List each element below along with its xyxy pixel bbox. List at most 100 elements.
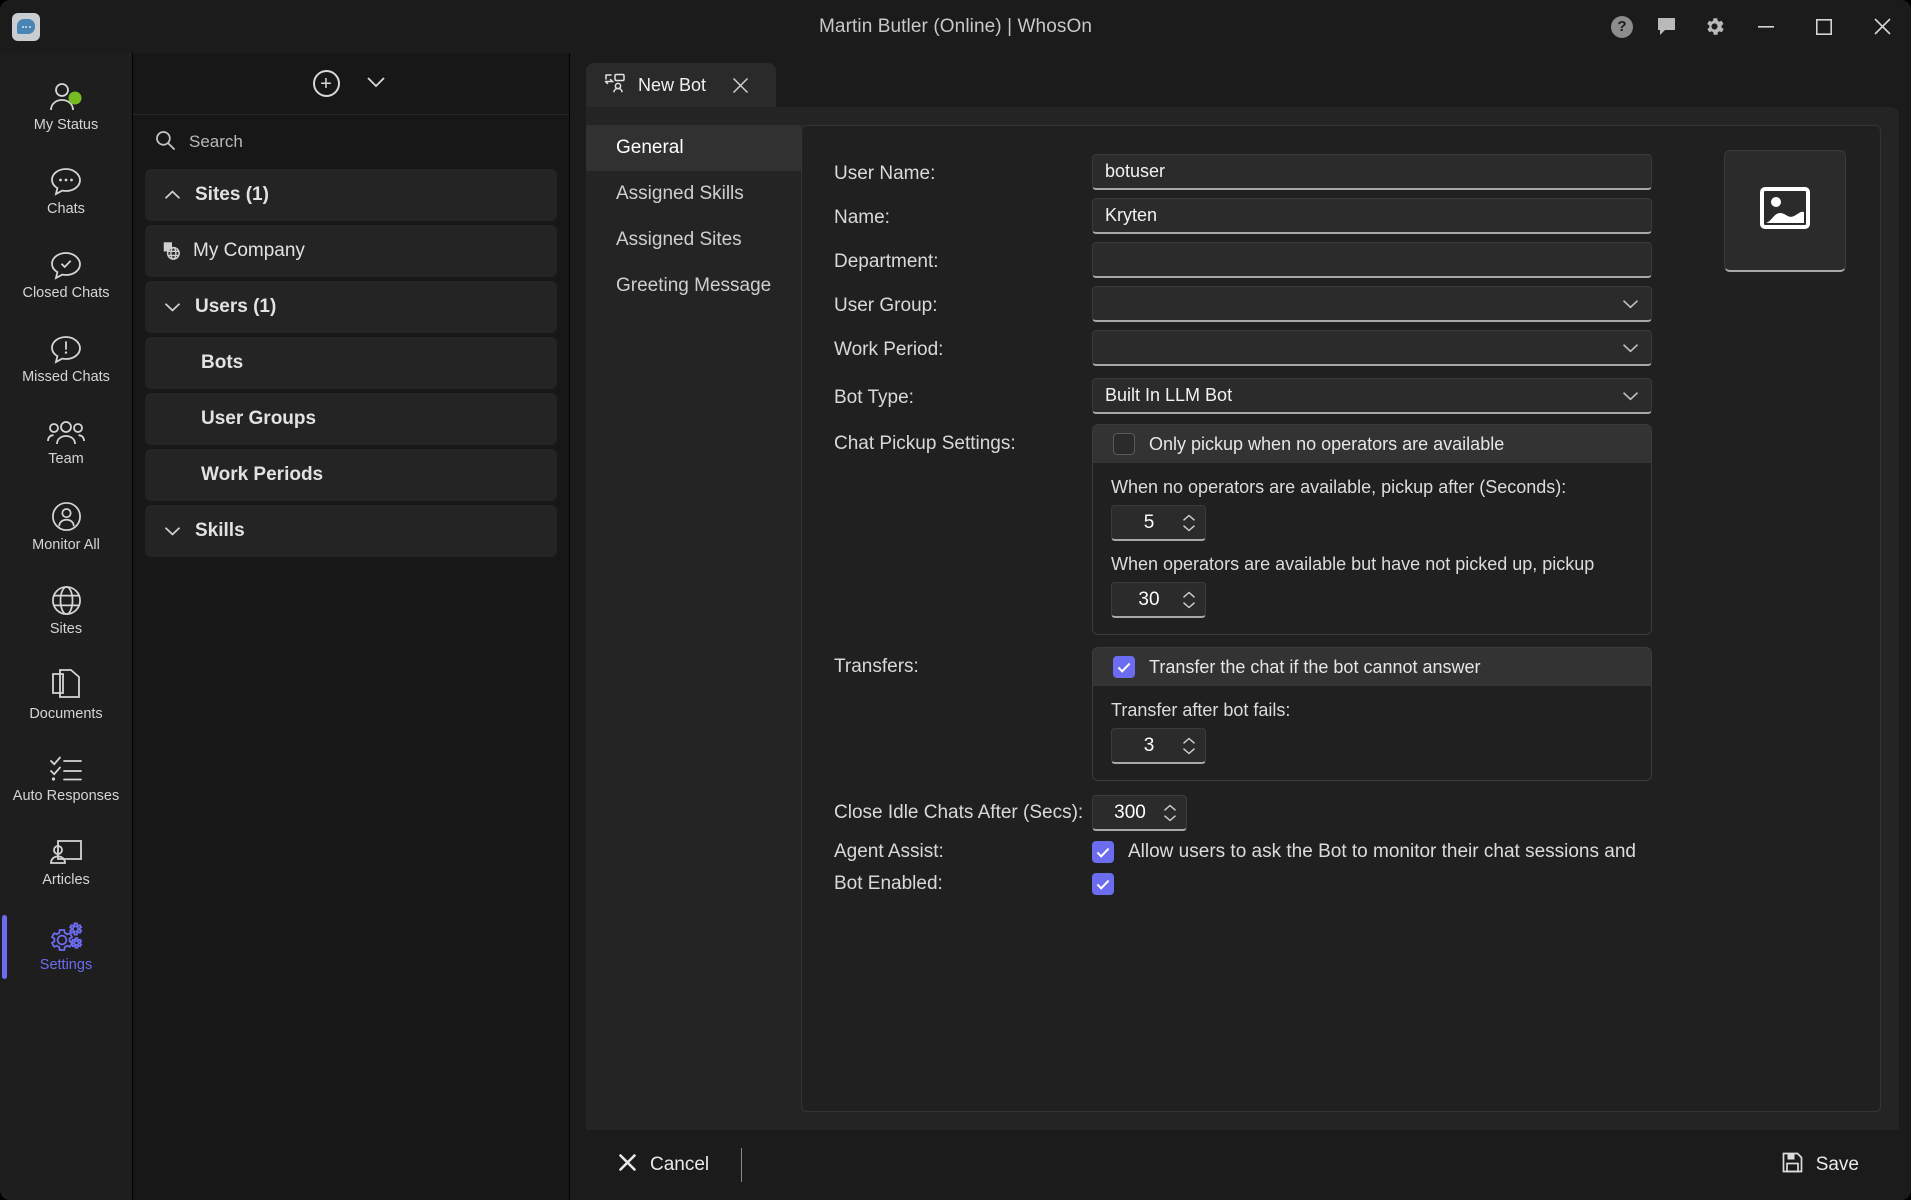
pickup-no-operators-spinner[interactable]: 5 xyxy=(1111,505,1206,541)
sidebar-item-closed-chats[interactable]: Closed Chats xyxy=(0,233,132,317)
chevron-down-icon[interactable] xyxy=(362,71,390,97)
spinner-value: 3 xyxy=(1143,734,1155,756)
tree-node-label: User Groups xyxy=(201,408,317,429)
tree-node-bots[interactable]: Bots xyxy=(145,337,557,389)
user-name-input[interactable] xyxy=(1092,154,1652,190)
sidebar-item-chats[interactable]: Chats xyxy=(0,149,132,233)
field-label: Agent Assist: xyxy=(834,841,944,862)
search-row[interactable]: Search xyxy=(133,115,569,169)
work-period-select[interactable] xyxy=(1092,330,1652,366)
add-item-button[interactable]: + xyxy=(312,70,340,97)
search-input[interactable]: Search xyxy=(189,132,243,152)
subnav-item-general[interactable]: General xyxy=(586,125,801,171)
only-pickup-checkbox[interactable] xyxy=(1113,433,1135,455)
settings-gear-icon[interactable] xyxy=(1691,0,1737,53)
field-bot-type: Bot Type: Built In LLM Bot xyxy=(834,378,1880,414)
chevron-down-icon xyxy=(1622,299,1639,309)
field-label: User Name: xyxy=(834,163,936,184)
main-body: My Status Chats Closed Chats Missed Chat… xyxy=(0,53,1911,1200)
bot-type-select[interactable]: Built In LLM Bot xyxy=(1092,378,1652,414)
sidebar-item-label: Team xyxy=(48,450,84,467)
sidebar-item-sites[interactable]: Sites xyxy=(0,569,132,653)
close-idle-chats-spinner[interactable]: 300 xyxy=(1092,795,1187,831)
transfer-after-fails-spinner[interactable]: 3 xyxy=(1111,728,1206,764)
floppy-save-icon xyxy=(1782,1152,1803,1179)
spinner-arrows[interactable] xyxy=(1182,737,1196,755)
tree-node-sites[interactable]: Sites (1) xyxy=(145,169,557,221)
bot-enabled-checkbox[interactable] xyxy=(1092,873,1114,895)
sidebar-item-label: Articles xyxy=(42,871,90,888)
agent-assist-checkbox[interactable] xyxy=(1092,841,1114,863)
spinner-arrows[interactable] xyxy=(1163,804,1177,822)
chevron-down-icon[interactable] xyxy=(161,526,183,536)
close-icon[interactable] xyxy=(732,77,749,94)
field-label: Bot Type: xyxy=(834,387,914,408)
tree-node-work-periods[interactable]: Work Periods xyxy=(145,449,557,501)
active-indicator xyxy=(2,915,7,979)
people-group-icon xyxy=(47,420,85,446)
cancel-label: Cancel xyxy=(650,1154,710,1175)
pickup-operators-available-spinner[interactable]: 30 xyxy=(1111,582,1206,618)
sidebar-item-settings[interactable]: Settings xyxy=(0,905,132,989)
sidebar-item-articles[interactable]: Articles xyxy=(0,821,132,905)
save-button[interactable]: Save xyxy=(1772,1144,1869,1187)
help-icon[interactable]: ? xyxy=(1599,0,1645,53)
tree-toolbar: + xyxy=(133,53,569,115)
sidebar-item-label: Auto Responses xyxy=(12,787,120,804)
chat-pickup-header[interactable]: Only pickup when no operators are availa… xyxy=(1093,425,1651,463)
tree-node-user-groups[interactable]: User Groups xyxy=(145,393,557,445)
chat-check-icon xyxy=(50,250,82,280)
tree-list: Sites (1) My Company Users (1) Bots User… xyxy=(133,169,569,557)
pickup-no-operators-caption: When no operators are available, pickup … xyxy=(1111,477,1567,497)
close-button[interactable] xyxy=(1853,0,1911,53)
chat-pickup-body: When no operators are available, pickup … xyxy=(1093,463,1651,634)
bot-user-icon xyxy=(604,73,626,98)
chevron-down-icon xyxy=(1622,391,1639,401)
chevron-down-icon xyxy=(1622,343,1639,353)
sidebar-item-my-status[interactable]: My Status xyxy=(0,65,132,149)
transfers-body: Transfer after bot fails: 3 xyxy=(1093,686,1651,780)
spinner-arrows[interactable] xyxy=(1182,591,1196,609)
chat-pickup-groupbox: Only pickup when no operators are availa… xyxy=(1092,424,1652,635)
tree-node-label: Sites (1) xyxy=(195,184,269,205)
globe-icon xyxy=(51,585,82,616)
tab-new-bot[interactable]: New Bot xyxy=(586,63,776,107)
sidebar-item-monitor-all[interactable]: Monitor All xyxy=(0,485,132,569)
bot-avatar-upload[interactable] xyxy=(1724,150,1846,272)
app-logo-icon xyxy=(12,12,40,41)
tab-strip: New Bot xyxy=(586,63,1899,107)
field-label: Close Idle Chats After (Secs): xyxy=(834,802,1084,823)
chevron-down-icon[interactable] xyxy=(161,302,183,312)
sidebar-item-auto-responses[interactable]: Auto Responses xyxy=(0,737,132,821)
transfer-chat-checkbox[interactable] xyxy=(1113,656,1135,678)
name-input[interactable] xyxy=(1092,198,1652,234)
transfer-after-fails-caption: Transfer after bot fails: xyxy=(1111,700,1291,720)
sidebar-item-label: Monitor All xyxy=(32,537,100,554)
chevron-up-icon[interactable] xyxy=(161,190,183,200)
sidebar-item-team[interactable]: Team xyxy=(0,401,132,485)
tree-node-skills[interactable]: Skills xyxy=(145,505,557,557)
spinner-arrows[interactable] xyxy=(1182,514,1196,532)
user-group-select[interactable] xyxy=(1092,286,1652,322)
sidebar-item-documents[interactable]: Documents xyxy=(0,653,132,737)
chat-bubble-icon xyxy=(50,166,82,196)
subnav-label: Assigned Skills xyxy=(616,183,744,204)
spinner-value: 300 xyxy=(1114,801,1146,823)
subnav-item-greeting-message[interactable]: Greeting Message xyxy=(586,263,801,309)
tab-label: New Bot xyxy=(638,74,707,95)
transfer-chat-label: Transfer the chat if the bot cannot answ… xyxy=(1149,656,1481,677)
cancel-button[interactable]: Cancel xyxy=(608,1145,719,1186)
save-label: Save xyxy=(1815,1154,1859,1175)
chat-alert-icon xyxy=(50,334,82,364)
minimize-button[interactable] xyxy=(1737,0,1795,53)
transfers-header[interactable]: Transfer the chat if the bot cannot answ… xyxy=(1093,648,1651,686)
subnav-item-assigned-skills[interactable]: Assigned Skills xyxy=(586,171,801,217)
feedback-icon[interactable] xyxy=(1645,0,1691,53)
agent-assist-row[interactable]: Allow users to ask the Bot to monitor th… xyxy=(1092,841,1880,863)
subnav-item-assigned-sites[interactable]: Assigned Sites xyxy=(586,217,801,263)
maximize-button[interactable] xyxy=(1795,0,1853,53)
department-input[interactable] xyxy=(1092,242,1652,278)
sidebar-item-missed-chats[interactable]: Missed Chats xyxy=(0,317,132,401)
tree-node-users[interactable]: Users (1) xyxy=(145,281,557,333)
tree-node-my-company[interactable]: My Company xyxy=(145,225,557,277)
